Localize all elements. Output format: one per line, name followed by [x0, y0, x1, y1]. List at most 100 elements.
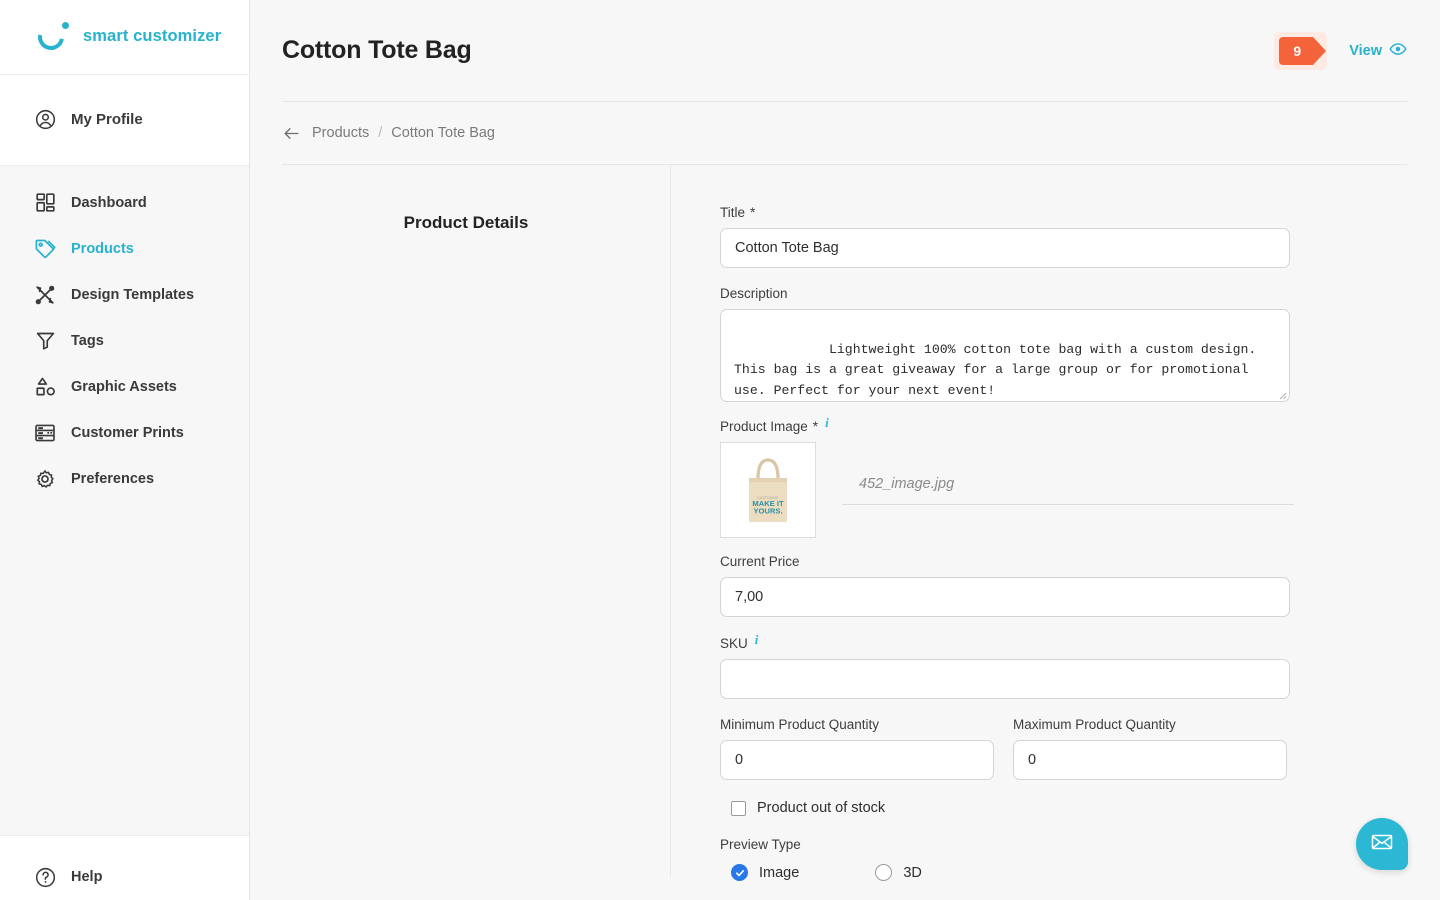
file-name[interactable]: 452_image.jpg: [842, 476, 1294, 505]
brand-logo[interactable]: smart customizer: [0, 0, 249, 75]
sidebar-item-label: Dashboard: [71, 194, 147, 211]
current-price-label: Current Price: [720, 554, 800, 569]
sidebar-item-label: Tags: [71, 332, 104, 349]
preview-type-label: Preview Type: [720, 837, 801, 852]
radio-circle: [731, 864, 748, 881]
sidebar-item-design-templates[interactable]: Design Templates: [0, 272, 249, 318]
radio-label: Image: [759, 864, 800, 881]
sidebar: smart customizer My Profile Dashboard Pr…: [0, 0, 250, 900]
field-current-price: Current Price 7,00: [720, 554, 1440, 617]
shapes-icon: [32, 374, 58, 400]
product-form: Title * Cotton Tote Bag Description Ligh…: [671, 165, 1440, 881]
filter-icon: [32, 328, 58, 354]
sidebar-item-customer-prints[interactable]: Customer Prints: [0, 410, 249, 456]
title-label: Title *: [720, 205, 756, 220]
info-icon[interactable]: i: [825, 415, 829, 431]
sidebar-item-help[interactable]: Help: [0, 854, 249, 900]
product-details-panel: Product Details: [282, 165, 671, 877]
radio-option-image[interactable]: Image: [720, 864, 799, 881]
page-title: Cotton Tote Bag: [282, 36, 472, 64]
product-image-row: CUSTOMIZE MAKE IT YOURS. 452_image.jpg: [720, 442, 1440, 538]
radio-circle: [875, 864, 893, 881]
tag-icon: [32, 236, 58, 262]
radio-option-3d[interactable]: 3D: [864, 864, 922, 881]
sidebar-item-label: Design Templates: [71, 286, 195, 303]
description-value: Lightweight 100% cotton tote bag with a …: [734, 341, 1265, 398]
sidebar-main-group: Dashboard Products Design Templates Tags…: [0, 165, 249, 836]
content-area: Product Details Title * Cotton Tote Bag: [250, 165, 1440, 881]
sidebar-item-products[interactable]: Products: [0, 226, 249, 272]
description-textarea[interactable]: Lightweight 100% cotton tote bag with a …: [720, 309, 1290, 402]
checkbox-box: [731, 800, 746, 816]
svg-text:YOURS.: YOURS.: [753, 507, 782, 516]
gear-icon: [32, 466, 58, 492]
field-description: Description Lightweight 100% cotton tote…: [720, 286, 1440, 402]
sidebar-item-label: Graphic Assets: [71, 378, 177, 395]
radio-label: 3D: [903, 864, 922, 881]
design-tools-icon: [32, 282, 58, 308]
description-label: Description: [720, 286, 788, 301]
resize-handle[interactable]: [1277, 390, 1287, 400]
field-min-quantity: Minimum Product Quantity 0: [720, 717, 994, 780]
product-image-label: Product Image * i: [720, 415, 829, 434]
eye-icon: [1389, 40, 1407, 62]
topbar-actions: 9 View: [1274, 31, 1407, 70]
tote-bag-illustration: CUSTOMIZE MAKE IT YOURS.: [749, 458, 787, 522]
preview-type-radios: Image 3D: [720, 864, 1440, 881]
app-root: smart customizer My Profile Dashboard Pr…: [0, 0, 1440, 900]
max-quantity-value: 0: [1028, 752, 1037, 768]
circle-dot-logo-icon: [32, 18, 72, 55]
required-mark: *: [750, 205, 756, 220]
sidebar-item-label: Help: [71, 869, 103, 885]
sidebar-item-label: Products: [71, 240, 134, 257]
view-button[interactable]: View: [1349, 40, 1407, 62]
sidebar-item-label: Preferences: [71, 470, 155, 487]
status-badge[interactable]: 9: [1274, 31, 1328, 70]
grid-icon: [32, 190, 58, 216]
sidebar-item-graphic-assets[interactable]: Graphic Assets: [0, 364, 249, 410]
chat-support-button[interactable]: [1356, 818, 1408, 870]
arrow-left-icon[interactable]: [282, 124, 301, 143]
max-quantity-input[interactable]: 0: [1013, 740, 1287, 780]
sidebar-item-label: My Profile: [71, 111, 143, 129]
breadcrumb-parent[interactable]: Products: [312, 125, 369, 141]
panel-heading: Product Details: [403, 213, 529, 232]
max-quantity-label: Maximum Product Quantity: [1013, 717, 1176, 732]
breadcrumb: Products / Cotton Tote Bag: [250, 102, 1440, 164]
title-input[interactable]: Cotton Tote Bag: [720, 228, 1290, 268]
out-of-stock-label: Product out of stock: [757, 800, 886, 816]
sidebar-help-group: Help: [0, 836, 249, 900]
brand-name: smart customizer: [83, 27, 222, 46]
topbar: Cotton Tote Bag 9 View: [250, 0, 1440, 101]
current-price-input[interactable]: 7,00: [720, 577, 1290, 617]
out-of-stock-checkbox[interactable]: Product out of stock: [720, 800, 1440, 816]
product-image-thumbnail[interactable]: CUSTOMIZE MAKE IT YOURS.: [720, 442, 816, 538]
sku-input[interactable]: [720, 659, 1290, 699]
info-icon[interactable]: i: [755, 632, 759, 648]
field-title: Title * Cotton Tote Bag: [720, 205, 1440, 268]
min-quantity-label: Minimum Product Quantity: [720, 717, 880, 732]
title-value: Cotton Tote Bag: [735, 240, 839, 256]
envelope-icon: [1370, 830, 1394, 859]
sidebar-item-dashboard[interactable]: Dashboard: [0, 180, 249, 226]
sidebar-item-preferences[interactable]: Preferences: [0, 456, 249, 502]
print-layout-icon: [32, 420, 58, 446]
required-mark: *: [812, 418, 819, 434]
field-max-quantity: Maximum Product Quantity 0: [1013, 717, 1287, 780]
product-image-file: 452_image.jpg: [816, 442, 1440, 505]
main-content: Cotton Tote Bag 9 View Products / Cotton…: [250, 0, 1440, 900]
min-quantity-value: 0: [735, 752, 744, 768]
sidebar-item-label: Customer Prints: [71, 424, 184, 441]
min-quantity-input[interactable]: 0: [720, 740, 994, 780]
question-circle-icon: [32, 864, 58, 890]
sku-label: SKU i: [720, 632, 759, 651]
sidebar-item-my-profile[interactable]: My Profile: [0, 97, 249, 143]
user-circle-icon: [32, 107, 58, 133]
field-product-image: Product Image * i CUSTOMIZE MAKE IT YOUR…: [720, 415, 1440, 538]
breadcrumb-separator: /: [378, 125, 383, 141]
breadcrumb-current: Cotton Tote Bag: [391, 125, 495, 141]
badge-count: 9: [1279, 36, 1327, 65]
sidebar-item-tags[interactable]: Tags: [0, 318, 249, 364]
field-sku: SKU i: [720, 632, 1440, 699]
view-label: View: [1349, 42, 1382, 59]
